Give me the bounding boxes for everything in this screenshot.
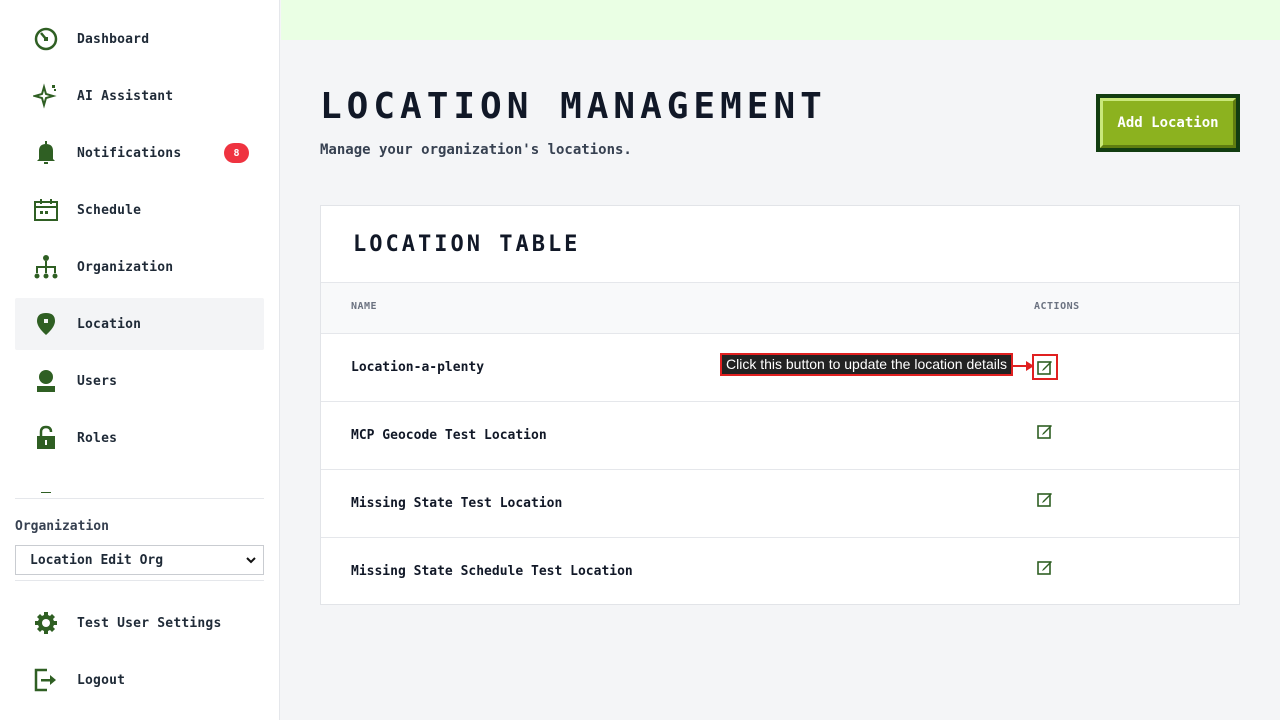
location-table-card: LOCATION TABLE NAME ACTIONS Location-a-p… [320,205,1240,605]
sidebar-bottom-nav: Test User Settings Logout [15,597,264,711]
sidebar-item-organization[interactable]: Organization [15,241,264,293]
table-row: Missing State Schedule Test Location [321,538,1239,606]
gear-icon [32,609,60,637]
sidebar-item-label: Location [77,316,142,332]
location-name: Missing State Schedule Test Location [351,564,633,579]
sidebar-item-label: Organization [77,259,174,275]
sidebar-item-label: Users [77,373,118,389]
column-header-actions: ACTIONS [1034,301,1080,312]
sidebar-item-roles[interactable]: Roles [15,412,264,464]
page-subtitle: Manage your organization's locations. [320,142,632,158]
sidebar-item-users[interactable]: Users [15,355,264,407]
sidebar-item-label: Roles [77,430,118,446]
partial-menu-icon [32,481,60,493]
sidebar-item-dashboard[interactable]: Dashboard [15,13,264,65]
org-chart-icon [32,253,60,281]
org-select[interactable]: Location Edit Org [15,545,264,575]
sidebar-item-logout[interactable]: Logout [15,654,264,706]
sidebar-item-label: Notifications [77,145,182,161]
annotation-arrow-icon [1011,361,1034,371]
column-header-name: NAME [351,301,378,312]
table-header: NAME ACTIONS [321,282,1239,334]
sidebar-item-label: Logout [77,672,126,688]
location-pin-icon [32,310,60,338]
edit-icon [1037,425,1052,439]
org-selector-label: Organization [15,519,109,534]
chevron-down-icon [245,554,257,570]
add-location-button-label: Add Location [1100,98,1236,148]
sidebar-item-notifications[interactable]: Notifications 8 [15,127,264,179]
annotation-callout: Click this button to update the location… [720,353,1013,376]
calendar-icon [32,196,60,224]
sidebar-item-partial[interactable] [15,469,264,493]
dashboard-icon [32,25,60,53]
table-title: LOCATION TABLE [353,232,581,257]
top-bar [281,0,1280,40]
sidebar-divider [15,580,264,581]
edit-icon [1037,493,1052,507]
bell-icon [32,139,60,167]
edit-location-button[interactable] [1034,556,1056,578]
table-row: Missing State Test Location [321,470,1239,538]
location-name: Location-a-plenty [351,360,485,375]
sidebar-item-label: Test User Settings [77,615,222,631]
sparkle-icon [32,82,60,110]
edit-location-button[interactable] [1034,420,1056,442]
edit-icon [1037,361,1052,375]
lock-icon [32,424,60,452]
edit-icon [1037,561,1052,575]
sidebar-item-label: AI Assistant [77,88,174,104]
edit-location-button[interactable] [1032,354,1058,380]
sidebar: Dashboard AI Assistant Notifications 8 S… [0,0,280,720]
logout-icon [32,666,60,694]
notification-count-badge: 8 [224,143,249,163]
sidebar-item-schedule[interactable]: Schedule [15,184,264,236]
location-name: MCP Geocode Test Location [351,428,547,443]
sidebar-divider [15,498,264,499]
sidebar-item-label: Dashboard [77,31,150,47]
org-select-value: Location Edit Org [30,552,164,568]
sidebar-item-location[interactable]: Location [15,298,264,350]
sidebar-item-settings[interactable]: Test User Settings [15,597,264,649]
sidebar-nav: Dashboard AI Assistant Notifications 8 S… [15,13,264,493]
add-location-button[interactable]: Add Location [1096,94,1240,152]
page-title: LOCATION MANAGEMENT [320,86,827,127]
sidebar-item-label: Schedule [77,202,142,218]
user-icon [32,367,60,395]
sidebar-item-ai-assistant[interactable]: AI Assistant [15,70,264,122]
location-name: Missing State Test Location [351,496,563,511]
edit-location-button[interactable] [1034,488,1056,510]
table-row: MCP Geocode Test Location [321,402,1239,470]
